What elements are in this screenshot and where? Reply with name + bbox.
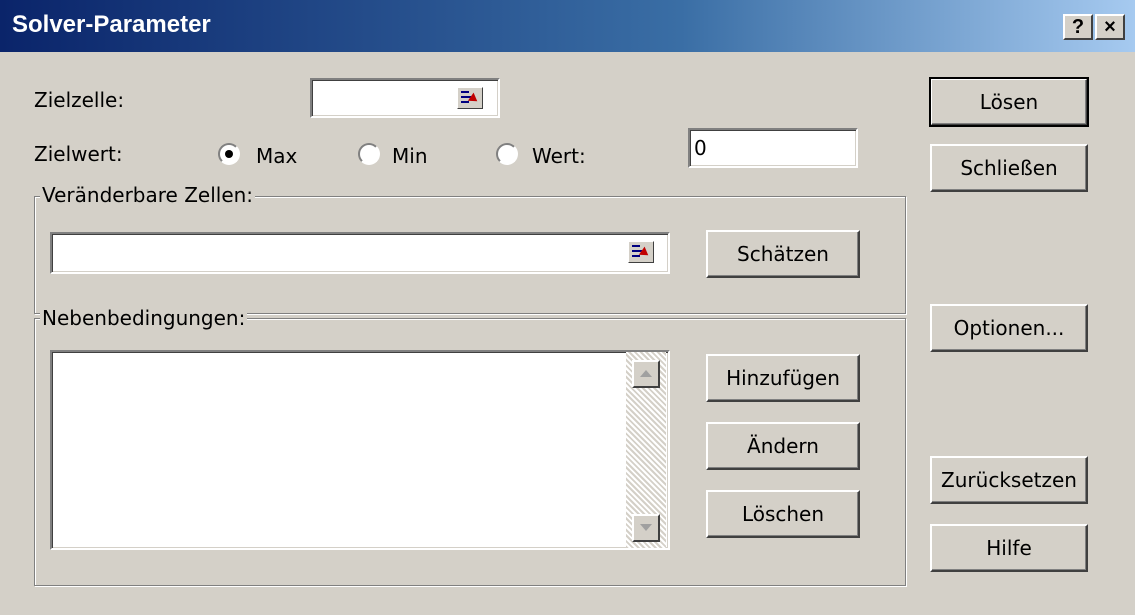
target-cell-field[interactable] <box>310 78 500 118</box>
change-constraint-button[interactable]: Ändern <box>706 422 860 470</box>
changeable-cells-input[interactable] <box>52 234 624 272</box>
help-title-button[interactable]: ? <box>1063 14 1093 40</box>
min-radio-label[interactable]: Min <box>392 144 428 168</box>
min-radio[interactable] <box>358 143 380 165</box>
value-radio[interactable] <box>496 143 518 165</box>
target-cell-label: Zielzelle: <box>34 88 125 112</box>
options-button[interactable]: Optionen... <box>930 304 1088 352</box>
max-radio-label[interactable]: Max <box>256 144 297 168</box>
target-value-input[interactable] <box>690 130 850 166</box>
constraints-legend: Nebenbedingungen: <box>40 306 248 330</box>
changeable-cells-field[interactable] <box>50 232 670 274</box>
close-title-button[interactable]: × <box>1095 14 1125 40</box>
target-value-label: Zielwert: <box>34 142 123 166</box>
title-bar: Solver-Parameter ? × <box>0 0 1135 52</box>
close-button[interactable]: Schließen <box>930 144 1088 192</box>
scroll-down-arrow-icon[interactable] <box>632 514 660 542</box>
help-button[interactable]: Hilfe <box>930 524 1088 572</box>
max-radio[interactable] <box>218 143 240 165</box>
reset-button[interactable]: Zurücksetzen <box>930 456 1088 504</box>
guess-button[interactable]: Schätzen <box>706 230 860 278</box>
scroll-up-arrow-icon[interactable] <box>632 360 660 388</box>
target-value-field[interactable] <box>688 128 858 168</box>
changeable-cells-legend: Veränderbare Zellen: <box>40 183 256 207</box>
value-radio-label[interactable]: Wert: <box>532 144 586 168</box>
changeable-cells-range-select-icon[interactable] <box>628 241 654 263</box>
target-cell-input[interactable] <box>312 80 457 116</box>
constraints-list[interactable] <box>50 350 670 550</box>
add-constraint-button[interactable]: Hinzufügen <box>706 354 860 402</box>
window-title: Solver-Parameter <box>12 11 211 38</box>
target-cell-range-select-icon[interactable] <box>457 87 483 109</box>
delete-constraint-button[interactable]: Löschen <box>706 490 860 538</box>
solve-button[interactable]: Lösen <box>929 77 1089 127</box>
